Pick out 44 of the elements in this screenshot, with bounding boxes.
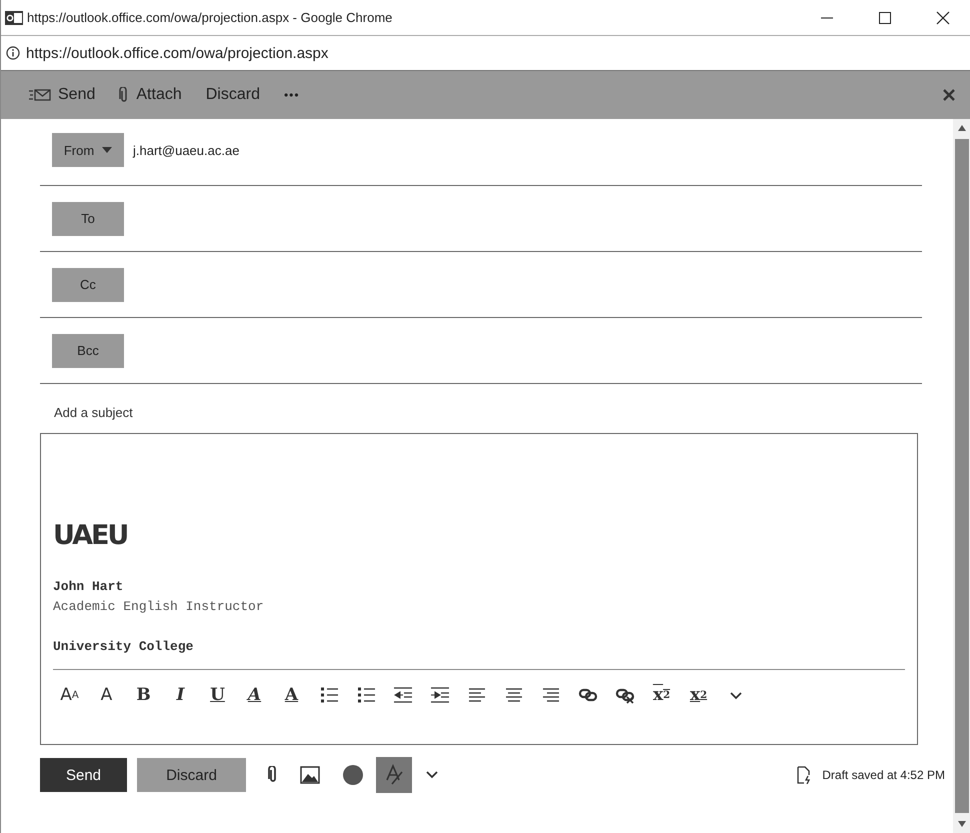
discard-button[interactable]: Discard xyxy=(137,758,246,792)
format-toggle[interactable] xyxy=(376,757,412,793)
discard-command[interactable]: Discard xyxy=(196,82,270,108)
caret-icon xyxy=(102,147,112,153)
app-icon xyxy=(5,10,23,24)
close-icon[interactable] xyxy=(936,10,950,24)
format-button[interactable]: A xyxy=(238,680,271,710)
signature-text: Academic English Instructor xyxy=(53,598,264,616)
more-button[interactable]: ••• xyxy=(274,84,310,106)
format-button[interactable]: U xyxy=(201,680,234,710)
recipient-button[interactable]: Bcc xyxy=(52,334,124,368)
bullets-icon xyxy=(318,685,338,705)
outdent-icon xyxy=(392,685,412,705)
info-icon[interactable] xyxy=(6,46,20,60)
scrollbar[interactable] xyxy=(953,119,970,833)
signature-text: University College xyxy=(53,638,194,656)
format-button[interactable]: A xyxy=(90,680,123,710)
draft-icon xyxy=(796,766,812,784)
send-icon xyxy=(29,88,51,102)
signature-text: John Hart xyxy=(53,578,124,596)
window-title: https://outlook.office.com/owa/projection.aspx - Google Chrome xyxy=(27,10,392,25)
indent-icon xyxy=(430,685,450,705)
recipient-button[interactable]: To xyxy=(52,202,124,236)
paperclip-icon[interactable] xyxy=(268,766,278,784)
paperclip-icon xyxy=(119,87,130,103)
format-button[interactable]: B xyxy=(127,680,160,710)
from-address: j.hart@uaeu.ac.ae xyxy=(133,142,240,158)
scroll-up-icon[interactable] xyxy=(958,125,966,131)
scroll-down-icon[interactable] xyxy=(958,821,966,827)
format-button[interactable]: A xyxy=(275,680,308,710)
send-button[interactable]: Send xyxy=(40,758,127,792)
maximize-icon[interactable] xyxy=(878,10,892,24)
logo: UAEU xyxy=(53,520,128,551)
send-command[interactable]: Send xyxy=(19,82,106,108)
text-format-icon xyxy=(384,764,404,786)
format-button[interactable]: x$^{2}$ xyxy=(645,680,678,710)
format-button[interactable]: I xyxy=(164,680,197,710)
recipient-button[interactable]: Cc xyxy=(52,268,124,302)
from-button[interactable]: From xyxy=(52,133,124,167)
image-icon[interactable] xyxy=(300,766,320,784)
numbering-icon xyxy=(356,685,376,705)
draft-status: Draft saved at 4:52 PM xyxy=(822,768,945,782)
attach-command[interactable]: Attach xyxy=(109,82,192,108)
url-text[interactable]: https://outlook.office.com/owa/projection.aspx xyxy=(26,44,328,62)
